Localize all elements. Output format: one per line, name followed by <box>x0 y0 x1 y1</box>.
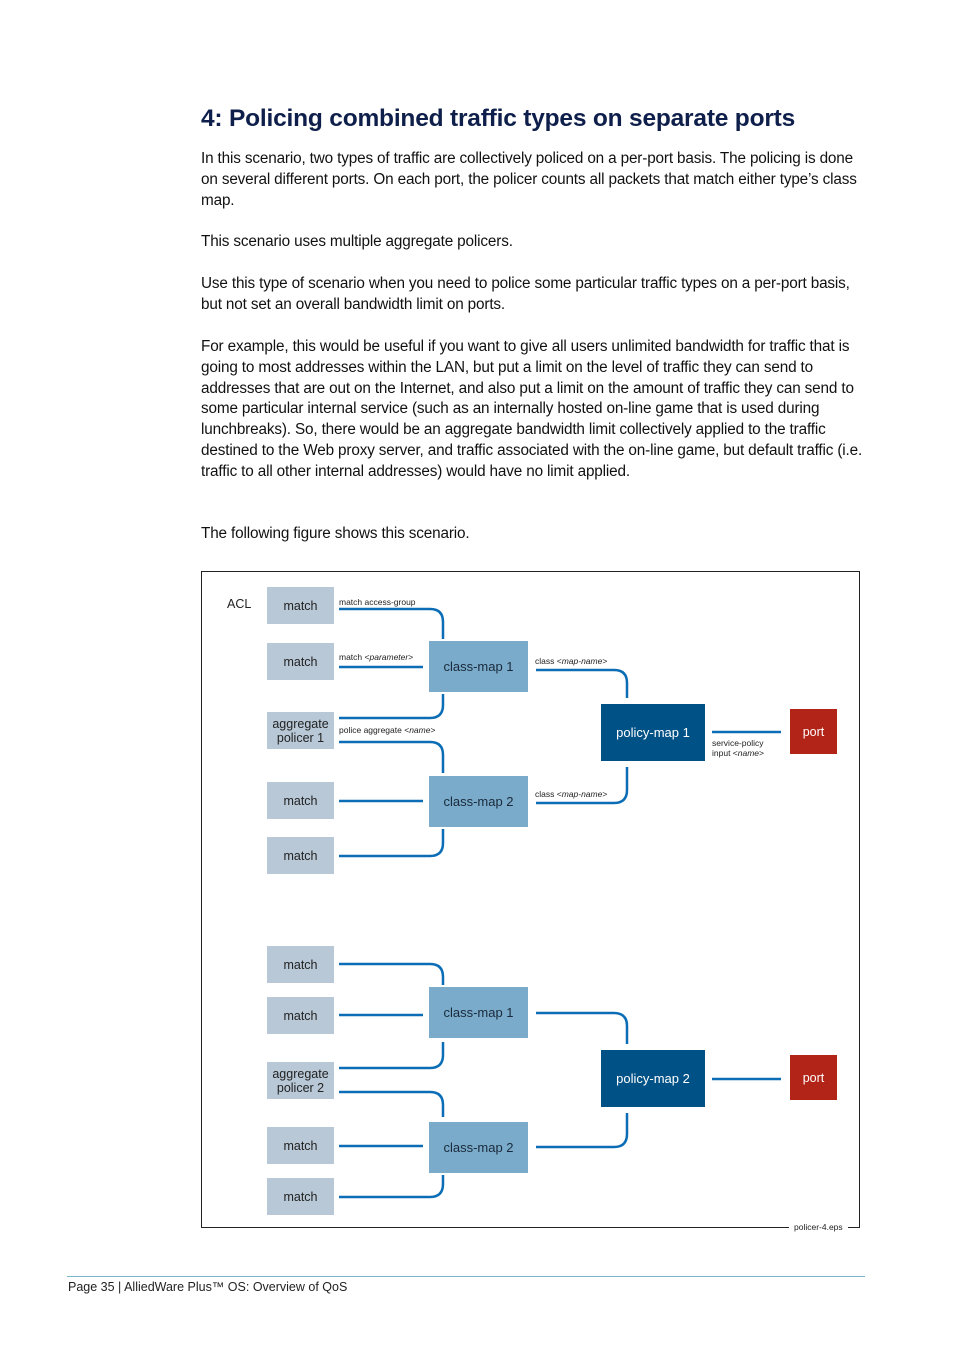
port-box: port <box>790 709 837 754</box>
connector-match4-cm2 <box>339 829 445 858</box>
class-map-1-box: class-map 1 <box>429 987 528 1038</box>
figure-filename: policer-4.eps <box>789 1222 848 1232</box>
aggregate-policer-label-line1: aggregate <box>272 1066 329 1081</box>
paragraph-multiple-policers: This scenario uses multiple aggregate po… <box>201 233 513 250</box>
policer-diagram: ACL match match aggregate policer 1 matc… <box>201 571 860 1232</box>
match-box: match <box>267 946 334 983</box>
match-box: match <box>267 997 334 1034</box>
aggregate-policer-2-box: aggregate policer 2 <box>267 1062 334 1099</box>
match-box: match <box>267 643 334 680</box>
paragraph-intro: In this scenario, two types of traffic a… <box>201 150 857 209</box>
paragraph-figure-intro: The following figure shows this scenario… <box>201 525 470 542</box>
label-class-map-name: class <map-name> <box>535 789 608 799</box>
connector-g2-agg-cm1 <box>339 1042 445 1070</box>
connector-match1-cm1 <box>339 607 445 639</box>
policy-map-2-box: policy-map 2 <box>601 1050 705 1107</box>
policy-map-1-box: policy-map 1 <box>601 704 705 761</box>
label-police-aggregate: police aggregate <name> <box>339 725 436 735</box>
label-class-map-name: class <map-name> <box>535 656 608 666</box>
connector-g2-match1-cm1 <box>339 962 445 985</box>
match-box: match <box>267 782 334 819</box>
connector-agg1-cm2 <box>339 740 445 773</box>
connector-agg1-cm1 <box>339 694 445 720</box>
connector-g2-cm2-pm2 <box>536 1113 629 1149</box>
match-box: match <box>267 587 334 624</box>
paragraph-example: For example, this would be useful if you… <box>201 338 863 480</box>
paragraph-use-case: Use this type of scenario when you need … <box>201 275 850 313</box>
match-box: match <box>267 837 334 874</box>
class-map-2-box: class-map 2 <box>429 776 528 827</box>
section-heading: 4: Policing combined traffic types on se… <box>201 105 796 132</box>
page-footer: Page 35 | AlliedWare Plus™ OS: Overview … <box>68 1280 348 1294</box>
connector-g2-match4-cm2 <box>339 1175 445 1199</box>
connector-g2-agg-cm2 <box>339 1090 445 1117</box>
match-box: match <box>267 1127 334 1164</box>
class-map-1-box: class-map 1 <box>429 641 528 692</box>
class-map-2-box: class-map 2 <box>429 1122 528 1173</box>
aggregate-policer-label-line2: policer 2 <box>276 1080 325 1095</box>
label-match-access-group: match access-group <box>339 597 416 607</box>
label-match-parameter: match <parameter> <box>339 652 414 662</box>
aggregate-policer-label-line2: policer 1 <box>276 730 325 745</box>
connector-g2-cm1-pm2 <box>536 1011 629 1044</box>
aggregate-policer-label-line1: aggregate <box>272 716 329 731</box>
aggregate-policer-1-box: aggregate policer 1 <box>267 712 334 749</box>
acl-label: ACL <box>227 597 252 611</box>
connector-cm1-pm1 <box>536 668 629 698</box>
label-service-policy: service-policy input <name> <box>712 738 764 758</box>
port-box: port <box>790 1055 837 1100</box>
footer-divider <box>67 1276 865 1277</box>
match-box: match <box>267 1178 334 1215</box>
